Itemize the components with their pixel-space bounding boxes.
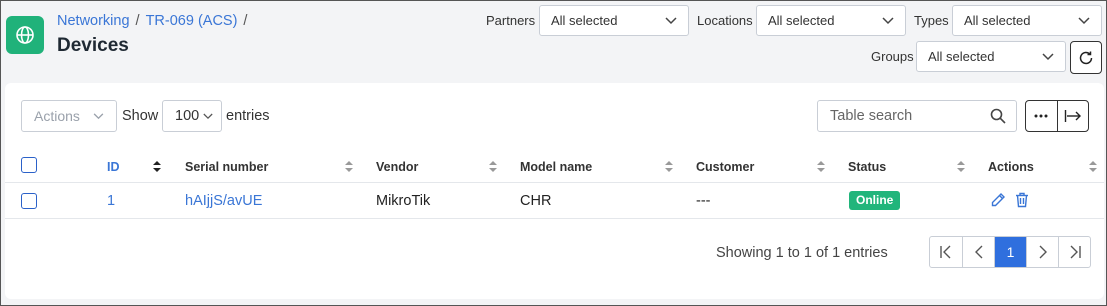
last-page-button[interactable] xyxy=(1058,237,1090,267)
entries-label: entries xyxy=(226,108,270,124)
page-title: Devices xyxy=(57,35,129,56)
column-header-serial[interactable]: Serial number xyxy=(185,160,268,174)
types-label: Types xyxy=(914,13,949,28)
breadcrumb-separator: / xyxy=(135,13,140,29)
sort-icon[interactable] xyxy=(489,161,497,172)
chevron-right-icon xyxy=(1039,245,1047,259)
ellipsis-icon xyxy=(1034,114,1048,118)
table-header: ID Serial number Vendor Model name Custo… xyxy=(5,149,1104,183)
column-header-customer[interactable]: Customer xyxy=(696,160,754,174)
cell-model: CHR xyxy=(520,193,552,209)
entries-per-page-value: 100 xyxy=(175,108,200,124)
pagination-info: Showing 1 to 1 of 1 entries xyxy=(716,245,888,261)
entries-per-page-select[interactable]: 100 xyxy=(162,100,222,132)
sort-icon[interactable] xyxy=(665,161,673,172)
table-search xyxy=(817,100,1017,132)
cell-serial[interactable]: hAIjjS/avUE xyxy=(185,193,262,209)
devices-table-panel: Actions Show 100 entries ID Serial numbe… xyxy=(5,83,1104,299)
bulk-actions-dropdown[interactable]: Actions xyxy=(21,100,117,132)
table-row: 1 hAIjjS/avUE MikroTik CHR --- Online xyxy=(5,183,1104,219)
row-checkbox[interactable] xyxy=(21,193,37,209)
locations-label: Locations xyxy=(697,13,753,28)
locations-select[interactable]: All selected xyxy=(756,5,906,36)
refresh-icon xyxy=(1079,51,1093,64)
table-search-input[interactable] xyxy=(830,108,980,124)
column-header-id[interactable]: ID xyxy=(107,160,120,174)
chevron-down-icon xyxy=(203,113,213,119)
partners-value: All selected xyxy=(551,13,618,28)
cell-customer: --- xyxy=(696,193,711,209)
sort-icon[interactable] xyxy=(1089,161,1097,172)
chevron-down-icon xyxy=(93,112,104,119)
show-label: Show xyxy=(122,108,159,124)
chevron-left-icon xyxy=(974,245,982,259)
chevron-down-icon xyxy=(1078,16,1090,24)
sort-icon[interactable] xyxy=(153,161,161,172)
chevron-down-icon xyxy=(882,16,894,24)
sort-icon[interactable] xyxy=(345,161,353,172)
page-button-1[interactable]: 1 xyxy=(994,237,1026,267)
arrow-right-bar-icon xyxy=(1064,110,1081,122)
breadcrumb-separator: / xyxy=(243,13,248,29)
breadcrumb-networking[interactable]: Networking xyxy=(57,13,130,29)
pagination: 1 xyxy=(929,236,1091,268)
column-header-model[interactable]: Model name xyxy=(520,160,592,174)
groups-value: All selected xyxy=(928,49,995,64)
next-page-button[interactable] xyxy=(1026,237,1058,267)
select-all-checkbox[interactable] xyxy=(21,157,37,173)
edit-icon[interactable] xyxy=(990,192,1006,208)
types-value: All selected xyxy=(964,13,1031,28)
networking-globe-icon xyxy=(6,16,44,54)
cell-vendor: MikroTik xyxy=(376,193,431,209)
table-tools xyxy=(1025,100,1089,132)
bulk-actions-label: Actions xyxy=(34,108,80,124)
breadcrumb: Networking / TR-069 (ACS) / xyxy=(57,13,247,29)
first-page-button[interactable] xyxy=(930,237,962,267)
chevron-down-icon xyxy=(1042,52,1054,60)
expand-columns-button[interactable] xyxy=(1056,101,1088,131)
sort-icon[interactable] xyxy=(817,161,825,172)
column-header-actions: Actions xyxy=(988,160,1034,174)
locations-value: All selected xyxy=(768,13,835,28)
types-select[interactable]: All selected xyxy=(952,5,1102,36)
first-page-icon xyxy=(940,245,951,259)
more-options-button[interactable] xyxy=(1026,101,1057,131)
partners-select[interactable]: All selected xyxy=(539,5,689,36)
groups-select[interactable]: All selected xyxy=(916,41,1066,72)
breadcrumb-tr069[interactable]: TR-069 (ACS) xyxy=(146,13,238,29)
chevron-down-icon xyxy=(665,16,677,24)
sort-icon[interactable] xyxy=(957,161,965,172)
column-header-vendor[interactable]: Vendor xyxy=(376,160,418,174)
column-header-status[interactable]: Status xyxy=(848,160,886,174)
previous-page-button[interactable] xyxy=(962,237,994,267)
partners-label: Partners xyxy=(486,13,536,28)
groups-label: Groups xyxy=(871,49,914,64)
search-icon[interactable] xyxy=(990,108,1006,124)
delete-icon[interactable] xyxy=(1015,192,1029,208)
cell-id[interactable]: 1 xyxy=(107,193,115,209)
status-badge: Online xyxy=(849,191,901,210)
refresh-button[interactable] xyxy=(1070,41,1102,74)
last-page-icon xyxy=(1070,245,1081,259)
